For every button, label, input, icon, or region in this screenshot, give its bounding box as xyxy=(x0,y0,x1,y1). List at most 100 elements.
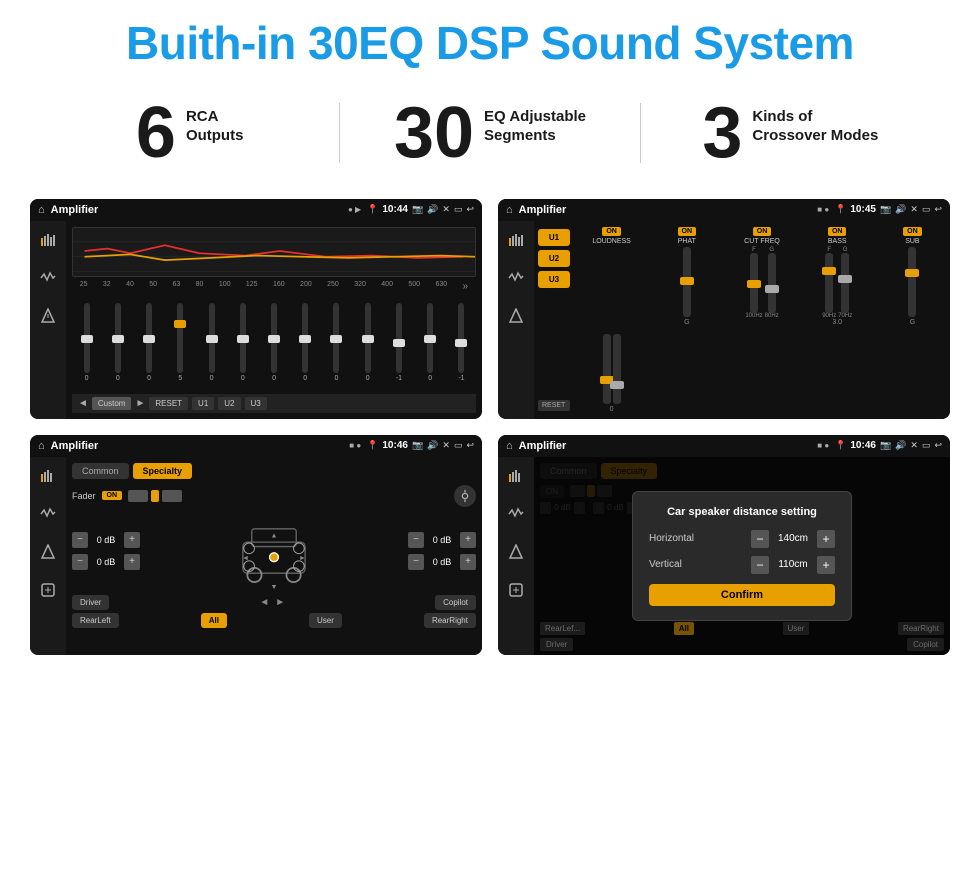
eq-sidebar-icon-3[interactable] xyxy=(37,305,59,327)
db-plus-1[interactable]: + xyxy=(124,532,140,548)
bass-slider-g[interactable] xyxy=(841,253,849,313)
slider-track-7[interactable] xyxy=(271,303,277,373)
slider-track-11[interactable] xyxy=(396,303,402,373)
bass-on-badge[interactable]: ON xyxy=(828,227,847,236)
dialog-status-bar: ⌂ Amplifier ■ ● 📍 10:46 📷 🔊 ✕ ▭ ↩ xyxy=(498,435,950,457)
dialog-copilot-btn: Copilot xyxy=(907,638,944,651)
cutfreq-sliders: F 100Hz G 80Hz xyxy=(745,247,778,319)
fader-on-badge[interactable]: ON xyxy=(102,491,123,500)
fader-rearleft-button[interactable]: RearLeft xyxy=(72,613,119,628)
crossover-reset-button[interactable]: RESET xyxy=(538,400,570,411)
confirm-button[interactable]: Confirm xyxy=(649,584,835,606)
loudness-slider-2[interactable] xyxy=(613,334,621,404)
slider-track-1[interactable] xyxy=(84,303,90,373)
fader-copilot-button[interactable]: Copilot xyxy=(435,595,476,610)
phat-on-badge[interactable]: ON xyxy=(678,227,697,236)
stat-line1-crossover: Kinds of xyxy=(752,107,878,127)
eq-u2-button[interactable]: U2 xyxy=(218,397,240,410)
fader-sidebar-icon-3[interactable] xyxy=(37,541,59,563)
fader-location-icon: 📍 xyxy=(367,440,378,451)
dialog-sidebar-icon-1[interactable] xyxy=(505,465,527,487)
slider-col-12: 0 xyxy=(416,303,445,382)
cutfreq-on-badge[interactable]: ON xyxy=(753,227,772,236)
slider-track-9[interactable] xyxy=(333,303,339,373)
cutfreq-slider-g[interactable] xyxy=(768,253,776,313)
cutfreq-slider-f[interactable] xyxy=(750,253,758,313)
eq-sidebar-icon-2[interactable] xyxy=(37,267,59,289)
page-header: Buith-in 30EQ DSP Sound System xyxy=(0,0,980,79)
svg-text:▼: ▼ xyxy=(270,583,277,591)
crossover-sidebar-icon-1[interactable] xyxy=(505,229,527,251)
eq-custom-button[interactable]: Custom xyxy=(92,397,132,410)
dialog-sidebar-icon-2[interactable] xyxy=(505,503,527,525)
dialog-title: Car speaker distance setting xyxy=(649,506,835,518)
sub-value: G xyxy=(910,319,915,326)
slider-track-13[interactable] xyxy=(458,303,464,373)
eq-status-icons: 📍 10:44 📷 🔊 ✕ ▭ ↩ xyxy=(367,204,474,215)
loudness-slider-1[interactable] xyxy=(603,334,611,404)
dialog-sidebar-icon-3[interactable] xyxy=(505,541,527,563)
crossover-sidebar-icon-2[interactable] xyxy=(505,267,527,289)
db-minus-2[interactable]: − xyxy=(72,554,88,570)
db-minus-3[interactable]: − xyxy=(408,532,424,548)
phat-slider[interactable] xyxy=(683,247,691,317)
slider-track-3[interactable] xyxy=(146,303,152,373)
eq-prev-button[interactable]: ◄ xyxy=(78,398,88,409)
db-plus-2[interactable]: + xyxy=(124,554,140,570)
fader-tab-specialty[interactable]: Specialty xyxy=(133,463,193,479)
bass-slider-f[interactable] xyxy=(825,253,833,313)
slider-col-11: -1 xyxy=(384,303,413,382)
preset-u3-button[interactable]: U3 xyxy=(538,271,570,288)
fader-all-button[interactable]: All xyxy=(201,613,227,628)
fader-user-button[interactable]: User xyxy=(309,613,342,628)
preset-u1-button[interactable]: U1 xyxy=(538,229,570,246)
slider-track-4[interactable] xyxy=(177,303,183,373)
db-plus-3[interactable]: + xyxy=(460,532,476,548)
slider-col-10: 0 xyxy=(353,303,382,382)
fader-sidebar-icon-1[interactable] xyxy=(37,465,59,487)
crossover-sidebar-icon-3[interactable] xyxy=(505,305,527,327)
fader-sidebar-icon-4[interactable] xyxy=(37,579,59,601)
slider-track-5[interactable] xyxy=(209,303,215,373)
db-minus-4[interactable]: − xyxy=(408,554,424,570)
volume-icon: 🔊 xyxy=(427,204,438,215)
dialog-vertical-minus[interactable]: − xyxy=(751,556,769,574)
preset-u2-button[interactable]: U2 xyxy=(538,250,570,267)
eq-reset-button[interactable]: RESET xyxy=(149,397,188,410)
fader-tab-common[interactable]: Common xyxy=(72,463,129,479)
eq-icon-back: ↩ xyxy=(466,204,474,215)
channel-loudness: ON LOUDNESS 0 xyxy=(576,227,647,413)
fader-prev-icon[interactable]: ◄ xyxy=(257,595,271,610)
crossover-status-dots: ■ ● xyxy=(817,205,829,214)
slider-track-2[interactable] xyxy=(115,303,121,373)
slider-track-10[interactable] xyxy=(365,303,371,373)
fader-bottom-btns-2: RearLeft All User RearRight xyxy=(72,613,476,628)
dialog-status-icons: 📍 10:46 📷 🔊 ✕ ▭ ↩ xyxy=(835,440,942,451)
dialog-sidebar-icon-4[interactable] xyxy=(505,579,527,601)
eq-sidebar-icon-1[interactable] xyxy=(37,229,59,251)
dialog-vertical-plus[interactable]: + xyxy=(817,556,835,574)
fader-driver-button[interactable]: Driver xyxy=(72,595,109,610)
fader-next-icon[interactable]: ► xyxy=(273,595,287,610)
slider-track-6[interactable] xyxy=(240,303,246,373)
eq-u3-button[interactable]: U3 xyxy=(245,397,267,410)
stat-line2-crossover: Crossover Modes xyxy=(752,126,878,146)
dialog-horizontal-plus[interactable]: + xyxy=(817,530,835,548)
fader-settings-icon[interactable] xyxy=(454,485,476,507)
eq-u1-button[interactable]: U1 xyxy=(192,397,214,410)
slider-track-12[interactable] xyxy=(427,303,433,373)
sub-slider[interactable] xyxy=(908,247,916,317)
db-row-1: − 0 dB + xyxy=(72,532,140,548)
dialog-horizontal-minus[interactable]: − xyxy=(751,530,769,548)
slider-col-3: 0 xyxy=(134,303,163,382)
db-plus-4[interactable]: + xyxy=(460,554,476,570)
loudness-on-badge[interactable]: ON xyxy=(602,227,621,236)
db-minus-1[interactable]: − xyxy=(72,532,88,548)
fader-piece-3 xyxy=(162,490,182,502)
sub-on-badge[interactable]: ON xyxy=(903,227,922,236)
fader-rearright-button[interactable]: RearRight xyxy=(424,613,476,628)
eq-sliders: 0 0 0 5 0 xyxy=(72,294,476,392)
fader-sidebar-icon-2[interactable] xyxy=(37,503,59,525)
slider-track-8[interactable] xyxy=(302,303,308,373)
eq-play-button[interactable]: ► xyxy=(135,398,145,409)
